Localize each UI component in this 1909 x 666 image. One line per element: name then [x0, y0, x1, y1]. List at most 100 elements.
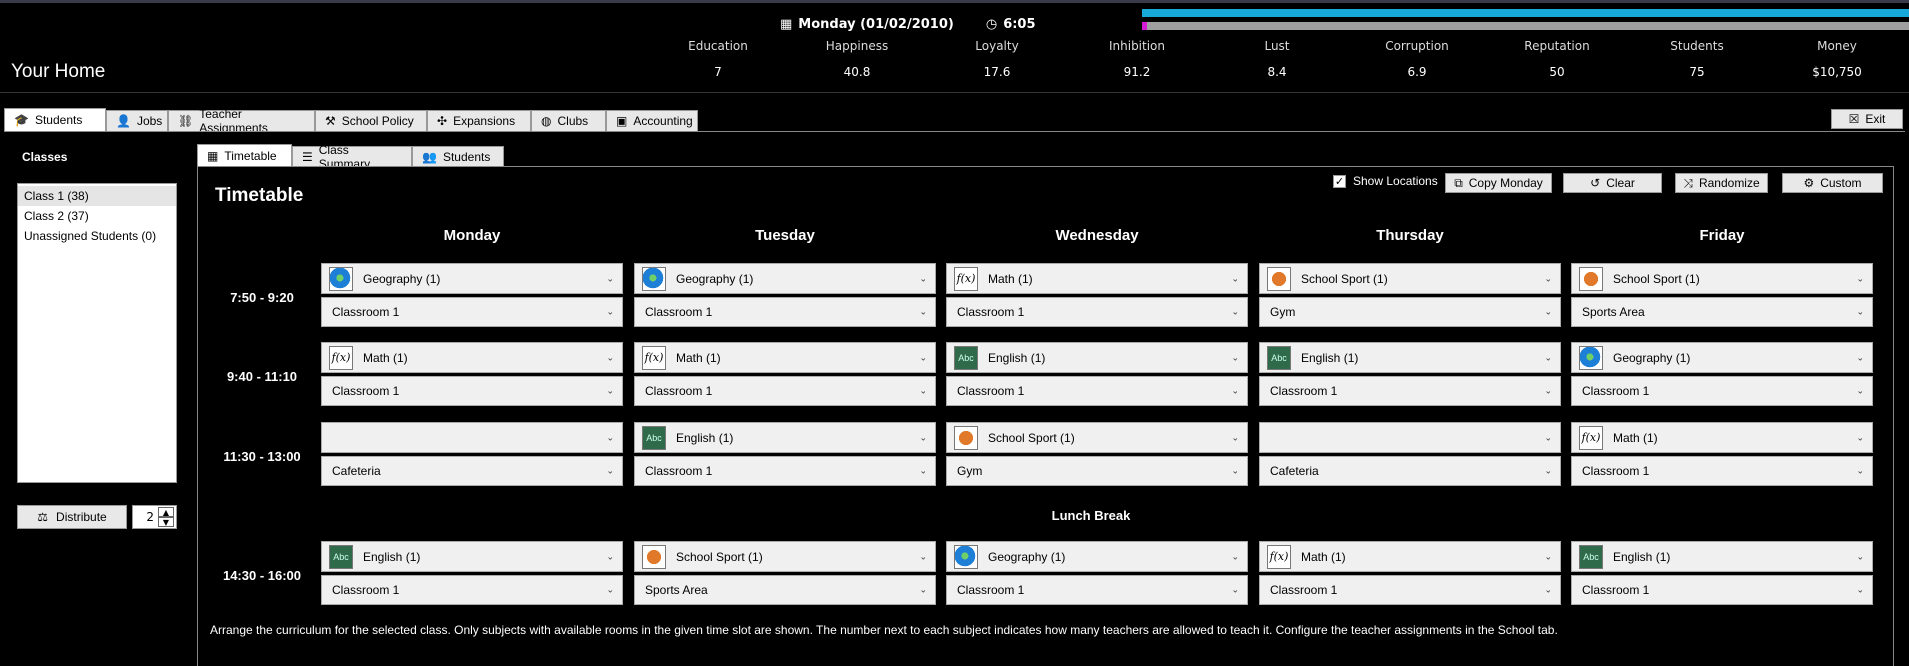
room-value: Classroom 1 — [957, 384, 1025, 398]
day-header-wednesday: Wednesday — [1055, 227, 1139, 244]
subtab-timetable[interactable]: ▦ Timetable — [197, 144, 292, 167]
chevron-down-icon: ⌄ — [606, 584, 614, 595]
puzzle-icon: ✣ — [437, 114, 448, 128]
calendar-icon: ▦ — [780, 16, 793, 32]
subtab-students[interactable]: 👥 Students — [412, 146, 504, 167]
room-select[interactable]: Classroom 1 ⌄ — [634, 456, 936, 486]
tab-school-policy[interactable]: ⚒ School Policy — [315, 110, 427, 132]
class-list[interactable]: Class 1 (38) Class 2 (37) Unassigned Stude… — [17, 183, 177, 483]
room-select[interactable]: Classroom 1 ⌄ — [946, 376, 1248, 406]
room-select[interactable]: Classroom 1 ⌄ — [1259, 376, 1561, 406]
room-value: Classroom 1 — [332, 583, 400, 597]
time-slot-label: 14:30 - 16:00 — [222, 568, 302, 583]
room-select[interactable]: Classroom 1 ⌄ — [321, 575, 623, 605]
room-select[interactable]: Sports Area ⌄ — [634, 575, 936, 605]
class-list-item[interactable]: Unassigned Students (0) — [18, 226, 176, 246]
tab-students[interactable]: 🎓 Students — [4, 108, 106, 132]
function-icon: f(x) — [1579, 425, 1603, 450]
room-select[interactable]: Sports Area ⌄ — [1571, 297, 1873, 327]
chevron-down-icon: ⌄ — [1544, 584, 1552, 595]
subject-value: English (1) — [988, 350, 1046, 365]
subject-select[interactable]: School Sport (1) ⌄ — [1571, 263, 1873, 294]
subject-select[interactable]: f(x) Math (1) ⌄ — [1571, 422, 1873, 453]
room-select[interactable]: Classroom 1 ⌄ — [634, 297, 936, 327]
subject-select[interactable]: f(x) Math (1) ⌄ — [1259, 541, 1561, 572]
room-select[interactable]: Cafeteria ⌄ — [321, 456, 623, 486]
room-select[interactable]: Classroom 1 ⌄ — [946, 575, 1248, 605]
day-header-monday: Monday — [443, 227, 501, 244]
tab-accounting[interactable]: ▣ Accounting — [606, 110, 698, 132]
subject-value: English (1) — [1613, 549, 1671, 564]
stat-value: 50 — [1549, 65, 1565, 79]
subject-select[interactable]: ⌄ — [321, 422, 623, 453]
subject-select[interactable]: f(x) Math (1) ⌄ — [321, 342, 623, 373]
subject-select[interactable]: Abc English (1) ⌄ — [1259, 342, 1561, 373]
tab-expansions[interactable]: ✣ Expansions — [427, 110, 531, 132]
energy-bar — [1142, 9, 1909, 17]
subject-select[interactable]: f(x) Math (1) ⌄ — [946, 263, 1248, 294]
tab-clubs[interactable]: ◍ Clubs — [531, 110, 606, 132]
stepper-down-icon[interactable]: ▼ — [158, 517, 174, 527]
chevron-down-icon: ⌄ — [1544, 465, 1552, 476]
stepper-up-icon[interactable]: ▲ — [158, 507, 174, 517]
subject-value: School Sport (1) — [1301, 271, 1388, 286]
room-select[interactable]: Gym ⌄ — [946, 456, 1248, 486]
chevron-down-icon: ⌄ — [919, 551, 927, 561]
checkbox-icon[interactable]: ✓ — [1333, 174, 1346, 188]
room-select[interactable]: Classroom 1 ⌄ — [1571, 456, 1873, 486]
room-value: Sports Area — [645, 583, 708, 597]
room-select[interactable]: Classroom 1 ⌄ — [1259, 575, 1561, 605]
room-select[interactable]: Classroom 1 ⌄ — [321, 376, 623, 406]
show-locations-toggle[interactable]: ✓ Show Locations — [1333, 174, 1438, 188]
subject-select[interactable]: Abc English (1) ⌄ — [321, 541, 623, 572]
exit-label: Exit — [1865, 112, 1886, 126]
date-text: Monday (01/02/2010) — [798, 16, 954, 32]
chalkboard-icon: Abc — [1579, 544, 1603, 569]
room-select[interactable]: Classroom 1 ⌄ — [1571, 376, 1873, 406]
subject-select[interactable]: Abc English (1) ⌄ — [946, 342, 1248, 373]
subject-select[interactable]: Geography (1) ⌄ — [321, 263, 623, 294]
distribute-button[interactable]: ⚖ Distribute — [17, 505, 127, 529]
mortarboard-icon: 🎓 — [14, 113, 29, 127]
room-select[interactable]: Cafeteria ⌄ — [1259, 456, 1561, 486]
globe-icon — [329, 266, 353, 291]
class-list-item[interactable]: Class 1 (38) — [18, 186, 176, 206]
room-value: Classroom 1 — [645, 305, 713, 319]
room-select[interactable]: Classroom 1 ⌄ — [634, 376, 936, 406]
subject-select[interactable]: f(x) Math (1) ⌄ — [634, 342, 936, 373]
subject-value: Math (1) — [988, 271, 1033, 286]
subject-select[interactable]: School Sport (1) ⌄ — [634, 541, 936, 572]
clear-button[interactable]: ↺ Clear — [1563, 173, 1662, 193]
subject-select[interactable]: Geography (1) ⌄ — [1571, 342, 1873, 373]
room-select[interactable]: Classroom 1 ⌄ — [1571, 575, 1873, 605]
tab-teacher-assignments[interactable]: ⛓ Teacher Assignments — [168, 107, 315, 135]
randomize-button[interactable]: ⤨ Randomize — [1675, 173, 1768, 193]
chevron-down-icon: ⌄ — [1856, 465, 1864, 476]
subject-select[interactable]: School Sport (1) ⌄ — [1259, 263, 1561, 294]
chevron-down-icon: ⌄ — [1544, 385, 1552, 396]
distribute-count-stepper[interactable]: 2 ▲ ▼ — [132, 505, 177, 529]
chevron-down-icon: ⌄ — [1544, 306, 1552, 317]
custom-button[interactable]: ⚙ Custom — [1782, 173, 1883, 193]
subtab-class-summary[interactable]: ☰ Class Summary — [292, 143, 412, 171]
class-list-item[interactable]: Class 2 (37) — [18, 206, 176, 226]
room-value: Gym — [957, 464, 983, 478]
subject-select[interactable]: ⌄ — [1259, 422, 1561, 453]
room-select[interactable]: Gym ⌄ — [1259, 297, 1561, 327]
tab-jobs[interactable]: 👤 Jobs — [106, 110, 168, 132]
copy-icon: ⧉ — [1454, 175, 1463, 190]
subject-select[interactable]: Geography (1) ⌄ — [634, 263, 936, 294]
chevron-down-icon: ⌄ — [1856, 584, 1864, 595]
room-select[interactable]: Classroom 1 ⌄ — [321, 297, 623, 327]
subject-select[interactable]: School Sport (1) ⌄ — [946, 422, 1248, 453]
copy-monday-button[interactable]: ⧉ Copy Monday — [1445, 173, 1552, 193]
exit-button[interactable]: ☒ Exit — [1831, 109, 1903, 129]
room-select[interactable]: Classroom 1 ⌄ — [946, 297, 1248, 327]
subject-select[interactable]: Geography (1) ⌄ — [946, 541, 1248, 572]
stat-value: 8.4 — [1267, 65, 1287, 79]
chevron-down-icon: ⌄ — [1231, 432, 1239, 442]
subject-value: Math (1) — [1301, 549, 1346, 564]
ball-icon: ◍ — [541, 114, 552, 128]
subject-select[interactable]: Abc English (1) ⌄ — [1571, 541, 1873, 572]
subject-select[interactable]: Abc English (1) ⌄ — [634, 422, 936, 453]
